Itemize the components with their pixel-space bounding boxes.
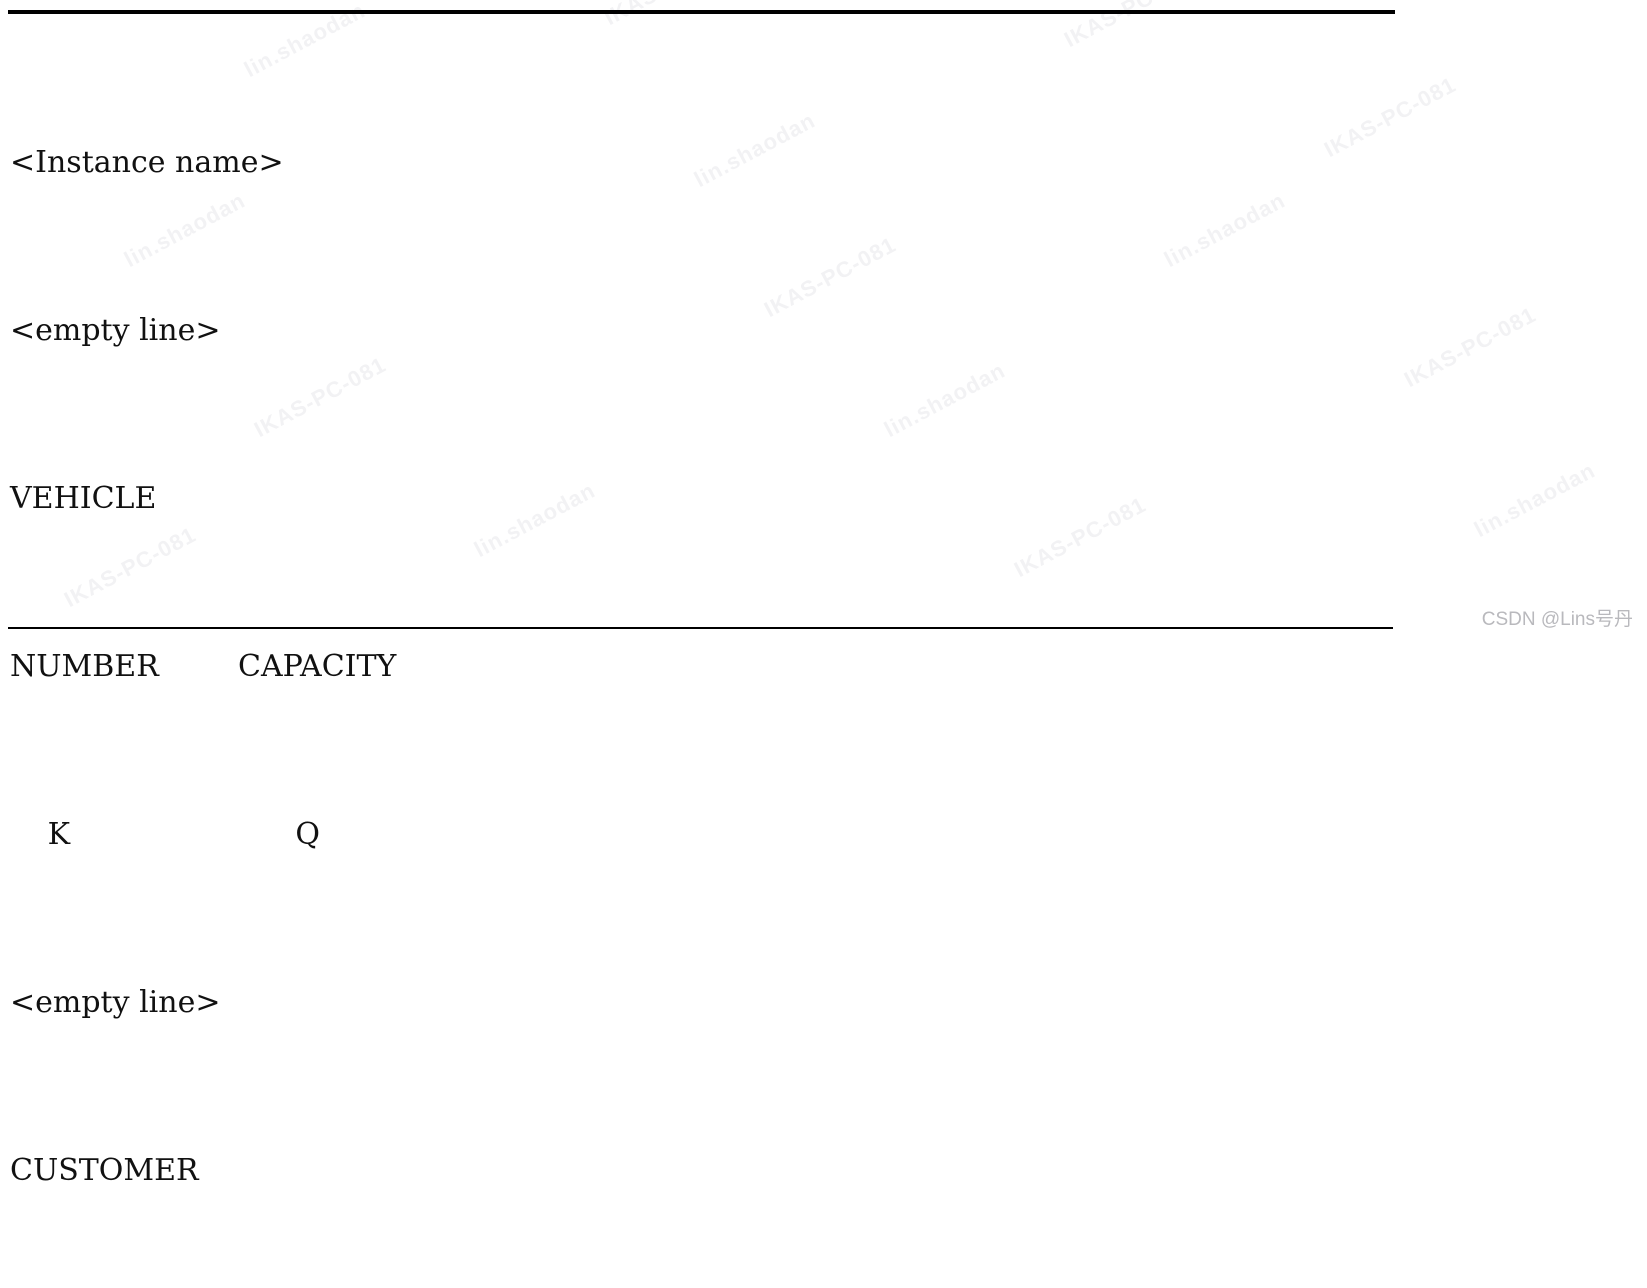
instance-format-document: <Instance name> <empty line> VEHICLE NUM… [0, 16, 1647, 1288]
vehicle-capacity-value: Q [295, 817, 320, 852]
csdn-attribution: CSDN @Lins号丹 [1481, 609, 1633, 630]
empty-line-1: <empty line> [10, 313, 221, 348]
vehicle-section-label: VEHICLE [10, 481, 157, 516]
vehicle-capacity-label: CAPACITY [238, 649, 397, 684]
vehicle-number-label: NUMBER [10, 649, 159, 684]
instance-name-line: <Instance name> [10, 145, 284, 180]
customer-section-label: CUSTOMER [10, 1153, 199, 1188]
top-horizontal-rule [8, 10, 1395, 14]
empty-line-2: <empty line> [10, 985, 221, 1020]
bottom-horizontal-rule [8, 627, 1393, 629]
vehicle-value-row: K Q [0, 814, 1647, 856]
vehicle-header-row: NUMBER CAPACITY [0, 646, 1647, 688]
